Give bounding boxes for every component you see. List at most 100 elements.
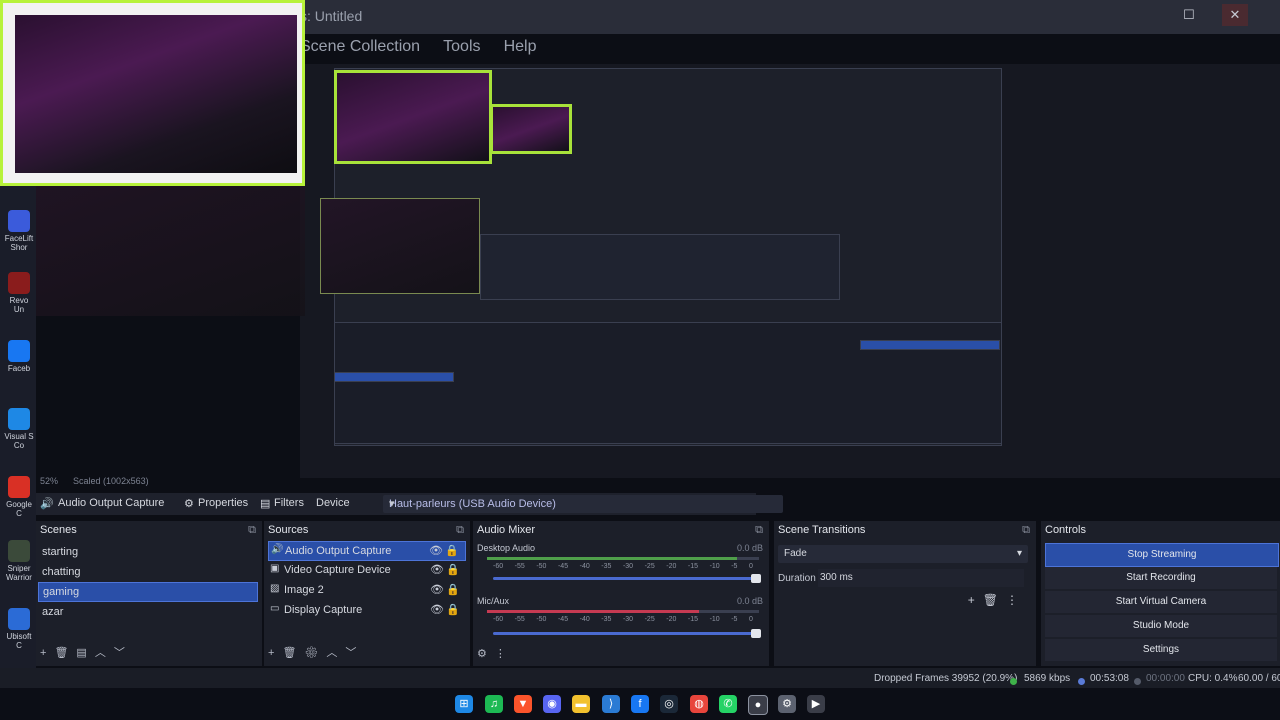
cpu-usage: CPU: 0.4%	[1188, 673, 1238, 684]
scale-tick-label: -40	[579, 616, 590, 623]
source-item-audio-output[interactable]: 🔊 Audio Output Capture 👁 🔒	[268, 541, 466, 561]
desktop-icon-facelift[interactable]: FaceLift Shor	[4, 210, 34, 252]
menu-help[interactable]: Help	[504, 38, 537, 55]
duration-input[interactable]: 300 ms	[818, 569, 1024, 587]
desktop-icon-revo[interactable]: Revo Un	[4, 272, 34, 314]
discord-icon[interactable]: ◉	[543, 695, 561, 713]
vscode-icon[interactable]: ⟩	[602, 695, 620, 713]
desktop-icon-chrome[interactable]: Google C	[4, 476, 34, 518]
scene-item-gaming[interactable]: gaming	[38, 582, 258, 602]
scale-tick-label: -5	[731, 563, 738, 570]
slider-knob[interactable]	[751, 629, 761, 638]
arrow-up-icon[interactable]: ︿	[95, 647, 114, 659]
spotify-icon[interactable]: ♫	[485, 695, 503, 713]
source-toolbar: 🔊 Audio Output Capture ⚙ Properties ▤ Fi…	[36, 493, 783, 515]
eye-icon[interactable]: 👁	[430, 601, 444, 619]
add-icon[interactable]: +	[968, 593, 983, 607]
gear-icon[interactable]: ⚙	[477, 648, 495, 660]
trash-icon[interactable]: 🗑	[983, 593, 1006, 607]
add-icon[interactable]: +	[40, 647, 54, 659]
windows-start-icon[interactable]: ⊞	[455, 695, 473, 713]
scale-tick-label: -45	[557, 563, 569, 570]
scale-tick-label: -30	[622, 563, 634, 570]
scenes-toolbar: +🗑▤︿﹀	[40, 644, 133, 660]
eye-icon[interactable]: 👁	[430, 581, 444, 599]
source-item-image-2[interactable]: ▨ Image 2 👁 🔒	[268, 581, 466, 599]
whatsapp-icon[interactable]: ✆	[719, 695, 737, 713]
scale-tick-label: 0	[748, 563, 753, 570]
scale-tick-label: -30	[622, 616, 634, 623]
chrome-icon[interactable]: ◍	[690, 695, 708, 713]
desktop-icon-vscode[interactable]: Visual S Co	[4, 408, 34, 450]
more-icon[interactable]: ⋮	[1006, 593, 1026, 607]
arrow-down-icon[interactable]: ﹀	[345, 647, 364, 659]
gear-icon: ⚙	[184, 498, 194, 510]
desktop-audio-meter	[487, 557, 759, 560]
window-title: s: Untitled	[300, 8, 363, 24]
scale-tick-label: -10	[709, 616, 720, 623]
brave-icon[interactable]: ▼	[514, 695, 532, 713]
scale-tick-label: 0	[748, 616, 753, 623]
trash-icon[interactable]: 🗑	[54, 647, 76, 659]
trash-icon[interactable]: 🗑	[282, 647, 304, 659]
source-item-video-capture[interactable]: ▣ Video Capture Device 👁 🔒	[268, 561, 466, 579]
desktop-audio-volume-slider[interactable]	[493, 574, 761, 583]
maximize-button[interactable]: ☐	[1176, 4, 1202, 26]
settings-button[interactable]: Settings	[1045, 639, 1277, 661]
start-recording-button[interactable]: Start Recording	[1045, 567, 1277, 589]
scene-item-azar[interactable]: azar	[38, 603, 258, 621]
filters-button[interactable]: Filters	[274, 497, 304, 509]
popout-icon[interactable]: ⧉	[456, 521, 464, 539]
source-item-display-capture[interactable]: ▭ Display Capture 👁 🔒	[268, 601, 466, 619]
scale-tick-label: -10	[709, 563, 720, 570]
steam-icon[interactable]: ◎	[660, 695, 678, 713]
duration-label: Duration	[778, 573, 816, 584]
lock-icon[interactable]: 🔒	[446, 581, 460, 599]
settings-icon[interactable]: ⚙	[778, 695, 796, 713]
popout-icon[interactable]: ⧉	[1022, 521, 1030, 539]
scene-item-chatting[interactable]: chatting	[38, 563, 258, 581]
eye-icon[interactable]: 👁	[429, 542, 443, 560]
arrow-down-icon[interactable]: ﹀	[114, 647, 133, 659]
mixer-channel-desktop: Desktop Audio 0.0 dB -60 -55 -50 -45 -40 -35-…	[473, 543, 769, 589]
popout-icon[interactable]: ⧉	[248, 521, 256, 539]
slider-knob[interactable]	[751, 574, 761, 583]
dropped-frames: Dropped Frames 39952 (20.9%)	[874, 673, 1018, 684]
media-player-icon[interactable]: ▶	[807, 695, 825, 713]
filter-icon[interactable]: ▤	[76, 647, 94, 659]
sources-header: Sources ⧉	[264, 521, 470, 539]
close-button[interactable]: ✕	[1222, 4, 1248, 26]
obs-icon[interactable]: ●	[748, 695, 768, 715]
lock-icon[interactable]: 🔒	[446, 601, 460, 619]
lock-icon[interactable]: 🔒	[445, 542, 459, 560]
scenes-dock: Scenes ⧉ starting chatting gaming azar +🗑…	[36, 521, 262, 666]
facebook-icon[interactable]: f	[631, 695, 649, 713]
menu-tools[interactable]: Tools	[443, 38, 480, 55]
desktop-icon-facebook[interactable]: Faceb	[4, 340, 34, 373]
studio-mode-button[interactable]: Studio Mode	[1045, 615, 1277, 637]
webcam-ghost	[36, 186, 305, 316]
source-toolbar-name: Audio Output Capture	[58, 497, 165, 509]
file-explorer-icon[interactable]: ▬	[572, 695, 590, 713]
controls-header: Controls	[1045, 524, 1086, 536]
preview-canvas[interactable]	[300, 64, 1280, 478]
transition-select[interactable]: Fade ▾	[778, 545, 1028, 563]
start-virtual-camera-button[interactable]: Start Virtual Camera	[1045, 591, 1277, 613]
device-select[interactable]: Haut-parleurs (USB Audio Device) ▾	[383, 495, 783, 513]
desktop-icon-sniper[interactable]: Sniper Warrior	[4, 540, 34, 582]
menu-scene-collection[interactable]: Scene Collection	[300, 38, 420, 55]
preview-webcam-ghost	[320, 198, 480, 294]
stop-streaming-button[interactable]: Stop Streaming	[1045, 543, 1279, 567]
eye-icon[interactable]: 👁	[430, 561, 444, 579]
lock-icon[interactable]: 🔒	[446, 561, 460, 579]
gear-icon[interactable]: ⚙	[304, 647, 326, 659]
add-icon[interactable]: +	[268, 647, 282, 659]
properties-button[interactable]: Properties	[198, 497, 248, 509]
scale-tick-label: -25	[644, 616, 655, 623]
arrow-up-icon[interactable]: ︿	[326, 647, 345, 659]
more-icon[interactable]: ⋮	[495, 648, 514, 660]
scene-item-starting[interactable]: starting	[38, 543, 258, 561]
desktop-icon-ubisoft[interactable]: Ubisoft C	[4, 608, 34, 650]
popout-icon[interactable]: ⧉	[755, 521, 763, 539]
mic-volume-slider[interactable]	[493, 629, 761, 638]
